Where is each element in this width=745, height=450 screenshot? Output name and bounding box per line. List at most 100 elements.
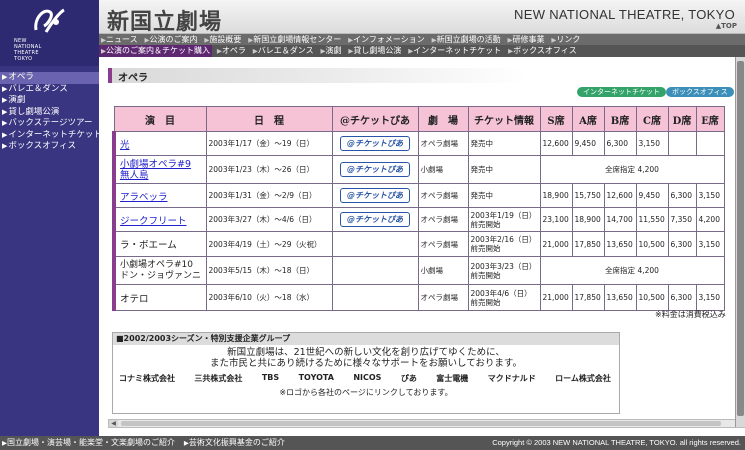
top-link[interactable]: ▲TOP [716, 22, 737, 30]
horizontal-scroll-thumb[interactable] [121, 421, 721, 426]
header-seat-d: D席 [667, 106, 697, 132]
pia-cell [331, 284, 419, 311]
nav-information[interactable]: ▶インフォメーション [346, 34, 427, 45]
pia-cell: @チケットぴあ [331, 207, 419, 232]
performance-title[interactable]: アラベッラ [112, 183, 207, 208]
sponsor-logo-sankyo[interactable]: 三共株式会社 [194, 373, 242, 384]
performance-date: 2003年1/17（金）〜19（日） [205, 131, 333, 156]
performance-date: 2003年6/10（火）〜18（水） [205, 284, 333, 311]
vertical-scroll-thumb[interactable] [737, 61, 744, 416]
pia-cell [331, 256, 419, 285]
pia-ticket-button[interactable]: @チケットぴあ [340, 162, 410, 177]
pia-cell: @チケットぴあ [331, 155, 419, 184]
price-d: 6,300 [667, 183, 697, 208]
sponsor-logo-toyota[interactable]: TOYOTA [299, 373, 334, 384]
nav-links[interactable]: ▶リンク [549, 34, 582, 45]
table-row: アラベッラ 2003年1/31（金）〜2/9（日） @チケットぴあ オペラ劇場 … [112, 183, 725, 208]
table-row: 小劇場オペラ#9 無人島 2003年1/23（木）〜26（日） @チケットぴあ … [112, 155, 725, 184]
sidebar-item-opera[interactable]: ▶オペラ [0, 72, 99, 84]
sponsor-logo-pia[interactable]: ぴあ [401, 373, 417, 384]
sponsor-logos: コナミ株式会社 三共株式会社 TBS TOYOTA NICOS ぴあ 富士電機 … [113, 369, 619, 384]
sidebar-item-drama[interactable]: ▶演劇 [0, 95, 99, 107]
nav-info-center[interactable]: ▶新国立劇場情報センター [246, 34, 343, 45]
price-e [695, 131, 725, 156]
sponsor-message: 新国立劇場は、21世紀への新しい文化を創り広げてゆくために、 また市民と共にあり… [210, 347, 522, 369]
scroll-left-icon[interactable]: ◀ [109, 420, 118, 427]
performance-title[interactable]: ジークフリート [112, 207, 207, 232]
performance-title[interactable]: 光 [112, 131, 207, 156]
pia-cell: @チケットぴあ [331, 183, 419, 208]
sponsor-logo-tbs[interactable]: TBS [262, 373, 279, 384]
price-merged: 全席指定 4,200 [539, 256, 725, 285]
table-row: 小劇場オペラ#10 ドン・ジョヴァンニ 2003年5/15（木）〜18（日） 小… [112, 256, 725, 285]
performance-title[interactable]: 小劇場オペラ#9 無人島 [112, 155, 207, 184]
nav-performance-tickets[interactable]: ▶公演のご案内＆チケット購入 [99, 45, 212, 57]
horizontal-scrollbar[interactable]: ◀ ▶ [108, 419, 745, 428]
performance-table: 演 目 日 程 @チケットぴあ 劇 場 チケット情報 S席 A席 B席 C席 D… [112, 106, 725, 311]
sidebar-item-rental[interactable]: ▶貸し劇場公演 [0, 107, 99, 119]
header-title: 演 目 [113, 106, 207, 132]
nav-news[interactable]: ▶ニュース [99, 34, 140, 45]
performance-date: 2003年1/23（木）〜26（日） [205, 155, 333, 184]
performance-date: 2003年3/27（木）〜4/6（日） [205, 207, 333, 232]
sponsor-logo-rohm[interactable]: ローム株式会社 [555, 373, 611, 384]
nav-activities[interactable]: ▶新国立劇場の活動 [430, 34, 503, 45]
table-header-row: 演 目 日 程 @チケットぴあ 劇 場 チケット情報 S席 A席 B席 C席 D… [113, 106, 725, 132]
pia-ticket-button[interactable]: @チケットぴあ [340, 136, 410, 151]
sidebar-item-ballet-dance[interactable]: ▶バレエ＆ダンス [0, 84, 99, 96]
price-s: 21,000 [539, 284, 573, 311]
primary-nav: ▶ニュース ▶公演のご案内 ▶施設概要 ▶新国立劇場情報センター ▶インフォメー… [99, 34, 745, 45]
footer-link-national-theatres[interactable]: ▶国立劇場・演芸場・能楽堂・文楽劇場のご紹介 [0, 436, 175, 450]
nav-box-office[interactable]: ▶ボックスオフィス [506, 45, 579, 57]
table-row: 光 2003年1/17（金）〜19（日） @チケットぴあ オペラ劇場 発売中 1… [112, 131, 725, 156]
nav-ballet-dance[interactable]: ▶バレエ＆ダンス [251, 45, 316, 57]
price-a: 17,850 [571, 231, 605, 257]
price-c: 9,450 [635, 183, 669, 208]
sponsor-logo-fuji[interactable]: 富士電機 [436, 373, 468, 384]
sidebar-item-internet-ticket[interactable]: ▶インターネットチケット [0, 130, 99, 142]
footer-link-arts-fund[interactable]: ▶芸術文化振興基金のご紹介 [182, 436, 285, 450]
header-theatre: 劇 場 [417, 106, 469, 132]
header-seat-b: B席 [603, 106, 637, 132]
nav-rental[interactable]: ▶貸し劇場公演 [346, 45, 403, 57]
site-title[interactable]: 新国立劇場 [107, 4, 222, 36]
sponsor-logo-konami[interactable]: コナミ株式会社 [119, 373, 175, 384]
performance-link[interactable]: ジークフリート [120, 216, 187, 227]
box-office-button[interactable]: ボックスオフィス [666, 87, 734, 97]
copyright: Copyright © 2003 NEW NATIONAL THEATRE, T… [492, 438, 741, 447]
secondary-nav: ▶公演のご案内＆チケット購入 ▶オペラ ▶バレエ＆ダンス ▶演劇 ▶貸し劇場公演… [99, 45, 745, 57]
sidebar-item-box-office[interactable]: ▶ボックスオフィス [0, 141, 99, 153]
nav-drama[interactable]: ▶演劇 [318, 45, 343, 57]
internet-ticket-button[interactable]: インターネットチケット [577, 87, 666, 97]
performance-date: 2003年4/19（土）〜29（火祝） [205, 231, 333, 257]
table-row: ラ・ボエーム 2003年4/19（土）〜29（火祝） オペラ劇場 2003年2/… [112, 231, 725, 257]
tax-note: ※料金は消費税込み [655, 310, 726, 319]
pia-ticket-button[interactable]: @チケットぴあ [340, 212, 410, 227]
nav-training[interactable]: ▶研修事業 [505, 34, 546, 45]
header-pia: @チケットぴあ [331, 106, 419, 132]
performance-link[interactable]: 光 [120, 140, 130, 151]
main-content: オペラ インターネットチケット ボックスオフィス 演 目 日 程 @チケットぴあ… [99, 57, 745, 436]
nav-facilities[interactable]: ▶施設概要 [202, 34, 243, 45]
performance-date: 2003年1/31（金）〜2/9（日） [205, 183, 333, 208]
sponsor-box: ■2002/2003シーズン・特別支援企業グループ 新国立劇場は、21世紀への新… [112, 332, 620, 414]
sponsor-logo-mcdonalds[interactable]: マクドナルド [488, 373, 536, 384]
performance-link[interactable]: アラベッラ [120, 192, 168, 203]
pia-ticket-button[interactable]: @チケットぴあ [340, 188, 410, 203]
site-logo[interactable]: NEW NATIONAL THEATRE TOKYO [0, 0, 99, 66]
price-d: 6,300 [667, 284, 697, 311]
price-b: 6,300 [603, 131, 637, 156]
section-heading: オペラ [108, 68, 528, 84]
nnt-logo-icon [34, 8, 65, 33]
nav-opera[interactable]: ▶オペラ [215, 45, 248, 57]
price-s: 21,000 [539, 231, 573, 257]
performance-theatre: オペラ劇場 [417, 231, 469, 257]
price-b: 14,700 [603, 207, 637, 232]
sidebar-item-backstage-tour[interactable]: ▶バックステージツアー [0, 118, 99, 130]
header-seat-s: S席 [539, 106, 573, 132]
nav-internet-ticket[interactable]: ▶インターネットチケット [406, 45, 503, 57]
vertical-scrollbar[interactable] [735, 57, 745, 427]
nav-performances[interactable]: ▶公演のご案内 [142, 34, 199, 45]
sponsor-logo-nicos[interactable]: NICOS [353, 373, 381, 384]
performance-link[interactable]: 小劇場オペラ#9 無人島 [120, 159, 191, 181]
